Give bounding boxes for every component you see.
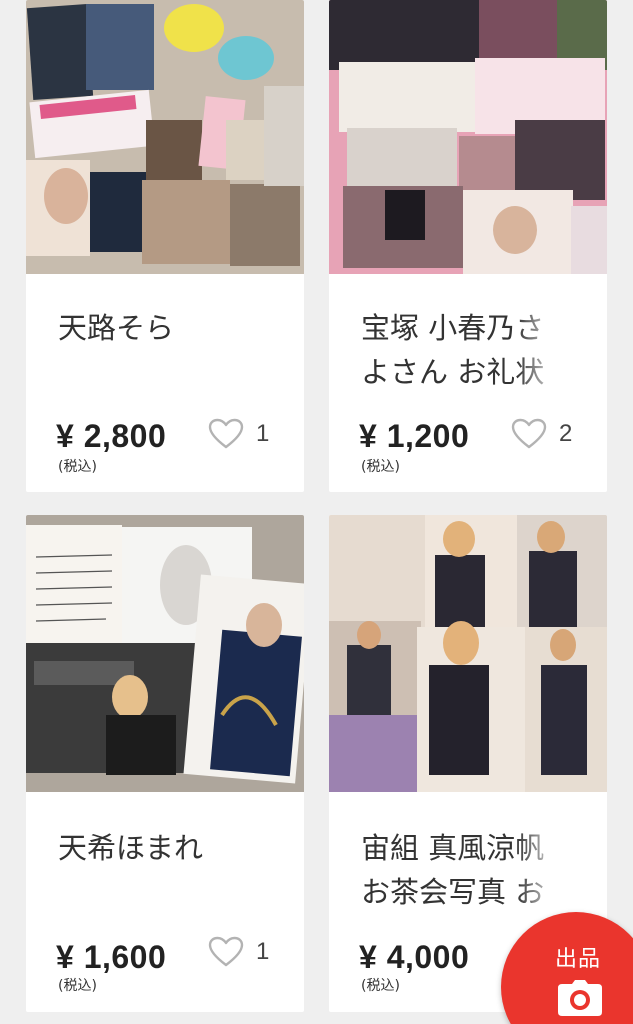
like-button[interactable]: 2: [511, 418, 572, 450]
item-thumbnail[interactable]: [26, 0, 304, 274]
tax-label: (税込): [58, 459, 97, 475]
item-thumbnail[interactable]: [329, 0, 607, 274]
like-count: 2: [559, 420, 573, 447]
item-title[interactable]: 宙組 真風涼帆お茶会写真 おまとめ: [361, 826, 561, 914]
tax-label: (税込): [58, 978, 97, 994]
like-count: 1: [256, 938, 270, 965]
item-thumbnail[interactable]: [26, 515, 304, 792]
item-title[interactable]: 宝塚 小春乃さよさん お礼状: [361, 306, 561, 394]
camera-icon[interactable]: [558, 980, 602, 1016]
heart-outline-icon: [208, 936, 244, 967]
tax-label: (税込): [361, 459, 400, 475]
item-grid: 天路そら ¥ 2,800 (税込) 1 宝塚 小春乃さよさん お礼状 ¥ 1,2…: [0, 0, 633, 1024]
sell-button-label[interactable]: 出品: [555, 941, 601, 973]
item-title[interactable]: 天路そら: [58, 306, 258, 350]
heart-outline-icon: [208, 418, 244, 449]
item-price: ¥ 1,600: [56, 939, 167, 975]
item-card[interactable]: 天希ほまれ ¥ 1,600 (税込) 1: [26, 515, 304, 1012]
item-card[interactable]: 天路そら ¥ 2,800 (税込) 1: [26, 0, 304, 492]
tax-label: (税込): [361, 978, 400, 994]
item-card[interactable]: 宝塚 小春乃さよさん お礼状 ¥ 1,200 (税込) 2: [329, 0, 607, 492]
like-count: 1: [256, 420, 270, 447]
like-button[interactable]: 1: [208, 418, 269, 450]
item-price: ¥ 4,000: [359, 939, 470, 975]
like-button[interactable]: 1: [208, 936, 269, 968]
heart-outline-icon: [511, 418, 547, 449]
item-title[interactable]: 天希ほまれ: [58, 826, 258, 870]
item-price: ¥ 1,200: [359, 418, 470, 454]
item-thumbnail[interactable]: [329, 515, 607, 792]
item-price: ¥ 2,800: [56, 418, 167, 454]
